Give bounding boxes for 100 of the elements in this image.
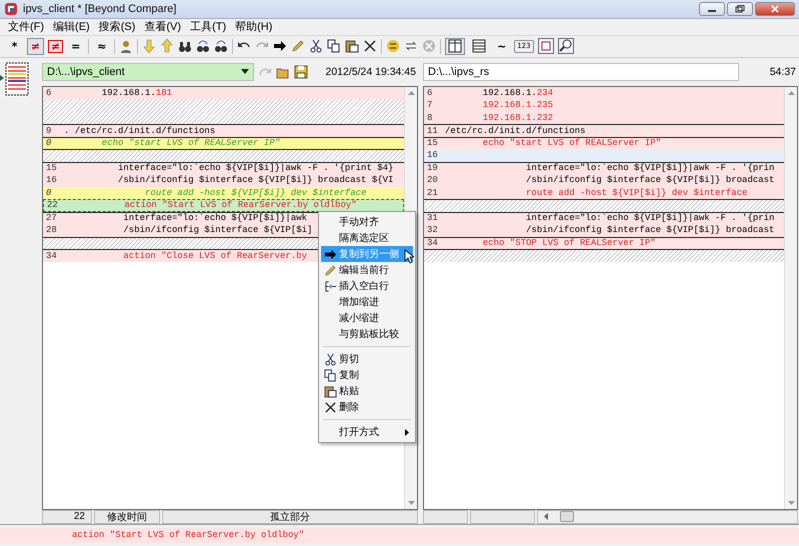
code-line: . /etc/rc.d/init.d/functions (64, 126, 216, 136)
context-menu-item[interactable]: 增加缩进 (321, 294, 413, 310)
line-number: 9 (45, 126, 52, 136)
menu-item[interactable]: 工具(T) (190, 19, 226, 34)
diff-row[interactable]: 0 route add -host ${VIP[$i]} dev $interface (43, 186, 404, 200)
diff-row[interactable]: 19 interface="lo:`echo ${VIP[$i]}|awk -F . '{prin (424, 162, 784, 174)
code-line: route add -host ${VIP[$i]} dev $interface (144, 188, 366, 198)
line-number: 7 (426, 100, 434, 110)
paste-icon (324, 384, 336, 398)
diff-row[interactable]: 6 192.168.1.234 (424, 86, 784, 100)
context-menu-item[interactable]: 复制 (321, 367, 413, 383)
line-number: 15 (45, 163, 58, 174)
person-icon[interactable] (119, 39, 134, 54)
save-icon[interactable] (294, 64, 308, 79)
paste-icon[interactable] (345, 39, 360, 54)
diff-row[interactable]: 16 (424, 149, 784, 162)
file-timestamp: 54:37 (770, 66, 797, 78)
line-number: 20 (426, 175, 439, 186)
copy-icon[interactable] (327, 39, 342, 54)
context-menu-item[interactable]: 删除 (321, 399, 413, 415)
filter-button[interactable]: * (6, 38, 23, 55)
diff-row[interactable]: 8 192.168.1.232 (424, 112, 784, 124)
path-field[interactable]: D:\...\ipvs_client (42, 62, 254, 81)
down-arrow-icon[interactable] (142, 39, 156, 54)
horizontal-scrollbar[interactable] (537, 510, 798, 524)
delete-icon (324, 400, 336, 414)
diff-row[interactable]: 22 action "Start LVS of RearServer.by oldlboy" (43, 199, 404, 212)
insert-line-icon (324, 280, 336, 292)
diff-row[interactable]: 31 interface="lo:`echo ${VIP[$i]}|awk -F . '{prin (424, 212, 784, 224)
restore-button[interactable] (727, 2, 753, 16)
similar-button[interactable]: ≈ (93, 38, 110, 55)
diff-row[interactable]: 11 /etc/rc.d/init.d/functions (424, 124, 784, 137)
search-icon[interactable] (558, 38, 574, 54)
diff-row[interactable]: 32 /sbin/ifconfig $interface ${VIP[$i]} broadcast (424, 224, 784, 237)
find-next-icon[interactable] (214, 39, 228, 54)
diff-row[interactable]: 0 echo "start LVS of REALServer IP" (43, 136, 404, 150)
swap-icon[interactable] (386, 39, 400, 54)
filter-button[interactable]: = (67, 38, 84, 55)
menu-item[interactable]: 帮助(H) (235, 19, 272, 34)
diff-row[interactable]: 21 route add -host ${VIP[$i]} dev $interface (424, 186, 784, 200)
diff-row[interactable]: 16 /sbin/ifconfig $interface ${VIP[$i]} broadcast ${VI (43, 174, 404, 187)
find-previous-icon[interactable] (196, 39, 210, 54)
restore-icon (735, 4, 745, 13)
line-number: 15 (426, 138, 439, 148)
close-button[interactable] (755, 2, 795, 16)
tilde-button[interactable]: ~ (493, 38, 510, 55)
line-number: 0 (45, 138, 52, 148)
scissors-icon[interactable] (309, 39, 324, 54)
context-menu-item[interactable]: 减小缩进 (321, 310, 413, 326)
context-menu-item[interactable]: 编辑当前行 (321, 262, 413, 278)
menu-item[interactable]: 文件(F) (8, 19, 44, 34)
diff-row[interactable]: 20 /sbin/ifconfig $interface ${VIP[$i]} broadcast (424, 174, 784, 187)
current-line-text: action "Start LVS of RearServer.by oldlboy" (0, 528, 799, 543)
status-cell (423, 510, 468, 524)
context-menu-item[interactable]: 剪切 (321, 351, 413, 367)
delete-icon[interactable] (363, 39, 378, 54)
scroll-up-icon[interactable] (408, 90, 414, 95)
line-number: 6 (45, 88, 52, 98)
code-line: /sbin/ifconfig $interface ${VIP[$i]} broadcast (525, 225, 774, 236)
arrow-right-icon (324, 248, 336, 260)
filter-button[interactable]: ≠ (27, 38, 44, 55)
window-icon[interactable] (538, 38, 554, 54)
scroll-down-icon[interactable] (788, 500, 794, 505)
code-line: interface="lo:`echo ${VIP[$i]}|awk (122, 213, 308, 224)
overview-map-drawing[interactable] (0, 62, 30, 96)
arrow-right-icon[interactable] (273, 39, 288, 54)
scroll-left-icon[interactable] (544, 513, 548, 520)
diff-row[interactable]: 6 192.168.1.181 (43, 86, 404, 100)
diff-row[interactable]: 34 echo "STOP LVS of REALServer IP" (424, 236, 784, 250)
path-field[interactable]: D:\...\ipvs_rs (423, 62, 739, 81)
scroll-thumb[interactable] (560, 511, 574, 522)
menu-item[interactable]: 搜索(S) (98, 19, 136, 34)
code-line: /sbin/ifconfig $interface ${VIP[$i]} broadcast (525, 175, 774, 186)
line-number: 28 (45, 225, 58, 236)
code-line: echo "STOP LVS of REALServer IP" (482, 238, 656, 248)
scroll-down-icon[interactable] (408, 500, 414, 505)
code-line: interface="lo:`echo ${VIP[$i]}|awk -F . '{prin (525, 163, 774, 174)
vertical-scrollbar[interactable] (784, 86, 797, 509)
menu-item[interactable]: 查看(V) (144, 19, 182, 34)
caret-icon[interactable] (241, 69, 249, 74)
context-menu-item[interactable]: 粘贴 (321, 383, 413, 399)
code-line: /sbin/ifconfig $interface ${VIP[$i] (122, 225, 312, 236)
side-by-side-layout-button[interactable] (445, 38, 466, 55)
diff-row[interactable]: 15 echo "start LVS of REALServer IP" (424, 136, 784, 150)
scroll-up-icon[interactable] (788, 90, 794, 95)
diff-row[interactable]: 15 interface="lo:`echo ${VIP[$i]}|awk -F . '{print $4} (43, 162, 404, 174)
context-menu-item[interactable]: 与剪贴板比较 (321, 326, 413, 342)
context-menu-item[interactable]: 插入空白行 (321, 278, 413, 294)
window-title: ipvs_client * [Beyond Compare] (23, 2, 176, 15)
menu-item[interactable]: 编辑(E) (53, 19, 90, 34)
copy-icon (324, 368, 336, 382)
pencil-icon[interactable] (291, 39, 306, 54)
code-line: 192.168.1.232 (482, 112, 554, 123)
filter-button[interactable]: ≠ (48, 40, 64, 53)
line-number: 27 (45, 213, 58, 224)
minimize-button[interactable] (699, 2, 725, 16)
context-menu-item[interactable]: 打开方式 (321, 424, 413, 440)
diff-row[interactable]: 9 . /etc/rc.d/init.d/functions (43, 124, 404, 137)
binoculars-icon[interactable] (178, 39, 192, 54)
diff-row[interactable]: 7 192.168.1.235 (424, 99, 784, 112)
